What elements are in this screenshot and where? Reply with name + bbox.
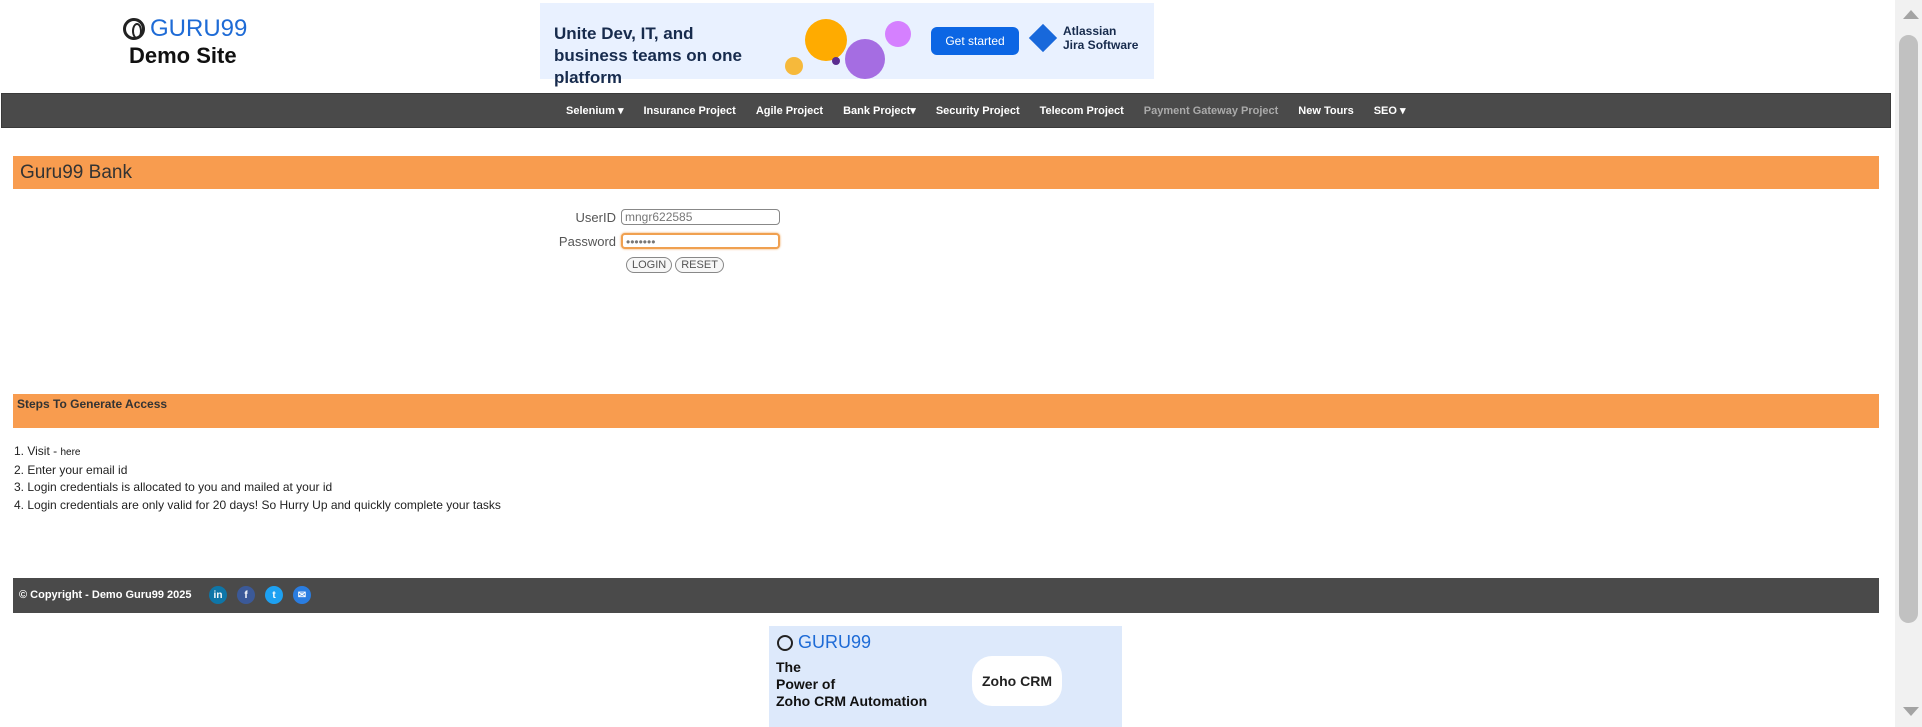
nav-payment-gateway-project[interactable]: Payment Gateway Project	[1144, 105, 1279, 117]
logo-brand: GURU99	[123, 15, 247, 43]
ad-people-illustration	[765, 9, 945, 79]
password-label: Password	[558, 233, 616, 249]
logo-subtitle: Demo Site	[129, 43, 237, 68]
bottom-banner-ad[interactable]: GURU99 The Power of Zoho CRM Automation …	[769, 626, 1122, 727]
password-row: Password •••••••	[540, 233, 780, 249]
password-input[interactable]: •••••••	[621, 233, 780, 249]
vertical-scrollbar[interactable]	[1895, 0, 1922, 727]
linkedin-icon[interactable]: in	[209, 586, 227, 604]
guru99-logo-icon	[123, 18, 145, 40]
userid-label: UserID	[575, 209, 616, 225]
ad-headline: Unite Dev, IT, and business teams on one…	[554, 24, 742, 87]
guru99-logo-icon	[777, 634, 793, 651]
site-logo[interactable]: GURU99 Demo Site	[123, 15, 247, 69]
jira-diamond-icon	[1028, 23, 1058, 53]
ad-product-line1: Atlassian	[1063, 24, 1117, 38]
scrollbar-thumb[interactable]	[1899, 35, 1918, 623]
bank-title-bar: Guru99 Bank	[13, 156, 1879, 189]
bottom-ad-line3: Zoho CRM Automation	[776, 693, 928, 709]
nav-bank-project[interactable]: Bank Project▾	[843, 104, 916, 117]
bottom-ad-brand-text: GURU99	[798, 632, 872, 652]
userid-row: UserID mngr622585	[540, 209, 780, 225]
top-banner-ad[interactable]: Unite Dev, IT, and business teams on one…	[540, 3, 1154, 87]
nav-telecom-project[interactable]: Telecom Project	[1040, 105, 1124, 117]
zoho-crm-logo: Zoho CRM	[972, 656, 1062, 706]
here-link[interactable]: here	[60, 447, 80, 458]
email-icon[interactable]: ✉	[293, 586, 311, 604]
ad-product-line2: Jira Software	[1063, 38, 1139, 52]
step-2: 2. Enter your email id	[14, 462, 128, 477]
step-4: 4. Login credentials are only valid for …	[14, 497, 501, 512]
bottom-ad-brand: GURU99	[777, 632, 871, 653]
nav-security-project[interactable]: Security Project	[936, 105, 1020, 117]
footer: © Copyright - Demo Guru99 2025 in f t ✉	[13, 578, 1879, 613]
userid-input[interactable]: mngr622585	[621, 209, 780, 225]
main-navbar: Selenium ▾ Insurance Project Agile Proje…	[1, 93, 1891, 128]
reset-button[interactable]: RESET	[675, 257, 724, 273]
steps-title-bar: Steps To Generate Access	[13, 394, 1879, 428]
nav-insurance-project[interactable]: Insurance Project	[643, 105, 735, 117]
form-buttons: LOGIN RESET	[626, 257, 727, 273]
bottom-ad-line2: Power of	[776, 676, 836, 692]
bottom-ad-copy: The Power of Zoho CRM Automation	[776, 659, 927, 710]
ad-product-logo: Atlassian Jira Software	[1028, 23, 1139, 53]
nav-new-tours[interactable]: New Tours	[1298, 105, 1353, 117]
facebook-icon[interactable]: f	[237, 586, 255, 604]
nav-seo[interactable]: SEO ▾	[1374, 104, 1406, 117]
nav-selenium[interactable]: Selenium ▾	[566, 104, 623, 117]
login-button[interactable]: LOGIN	[626, 257, 673, 273]
step-3: 3. Login credentials is allocated to you…	[14, 480, 333, 494]
step-1: 1. Visit - here	[14, 443, 501, 462]
nav-agile-project[interactable]: Agile Project	[756, 105, 823, 117]
steps-list: 1. Visit - here 2. Enter your email id 3…	[14, 443, 501, 514]
logo-brand-text: GURU99	[150, 15, 248, 42]
social-links: in f t ✉	[209, 586, 321, 604]
twitter-icon[interactable]: t	[265, 586, 283, 604]
step-1-text: 1. Visit -	[14, 444, 61, 458]
bottom-ad-line1: The	[776, 659, 801, 675]
ad-get-started-button[interactable]: Get started	[931, 27, 1019, 55]
copyright-text: © Copyright - Demo Guru99 2025	[19, 589, 192, 601]
scroll-up-arrow-icon[interactable]	[1903, 10, 1919, 19]
scroll-down-arrow-icon[interactable]	[1903, 707, 1919, 716]
